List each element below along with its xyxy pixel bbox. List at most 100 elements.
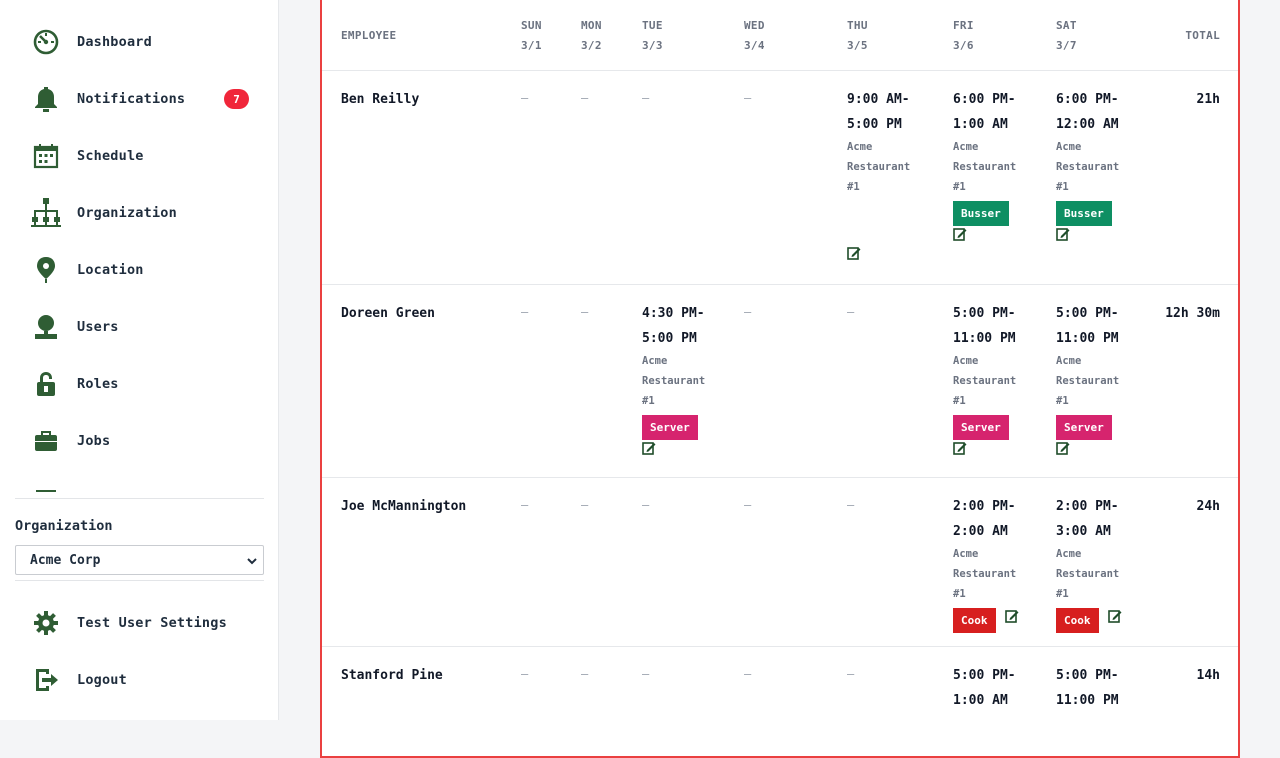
sidebar-item-label: Users: [77, 319, 119, 335]
edit-icon[interactable]: [1108, 608, 1122, 623]
edit-icon[interactable]: [847, 245, 861, 260]
employee-name: Stanford Pine: [341, 668, 443, 683]
edit-icon[interactable]: [1056, 226, 1070, 241]
empty-cell: —: [642, 667, 650, 681]
shift-location: Restaurant: [847, 161, 911, 173]
column-header-sat: SAT 3/7: [1056, 19, 1077, 52]
row-divider: [322, 646, 1238, 647]
shift-time: 2:00 PM-: [1056, 499, 1119, 514]
role-badge-server: Server: [1056, 415, 1112, 440]
empty-cell: —: [521, 498, 529, 512]
sidebar-item-label: Schedule: [77, 148, 144, 164]
organization-select[interactable]: Acme Corp: [15, 545, 264, 575]
shift-location: Restaurant: [1056, 161, 1120, 173]
shift-time: 2:00 AM: [953, 524, 1008, 539]
shift-cell: 5:00 PM- 11:00 PM Acme Restaurant #1 Ser…: [1056, 301, 1126, 459]
sidebar-item-dashboard[interactable]: Dashboard: [30, 25, 254, 59]
row-total: 12h 30m: [1165, 306, 1220, 321]
sidebar-item-label: Notifications: [77, 91, 186, 107]
shift-cell: 4:30 PM- 5:00 PM Acme Restaurant #1 Serv…: [642, 301, 712, 459]
sidebar-item-label: Dashboard: [77, 34, 152, 50]
shift-location: Restaurant: [953, 375, 1017, 387]
row-total: 24h: [1196, 499, 1220, 514]
row-total: 21h: [1196, 92, 1220, 107]
sidebar-item-label: Jobs: [77, 433, 111, 449]
shift-location: #1: [1056, 395, 1069, 407]
role-badge-cook: Cook: [953, 608, 996, 633]
column-header-employee: EMPLOYEE: [341, 29, 397, 42]
shift-time: 1:00 AM: [953, 117, 1008, 132]
shift-time: 5:00 PM-: [953, 668, 1016, 683]
column-header-sun: SUN 3/1: [521, 19, 542, 52]
sidebar-item-logout[interactable]: Logout: [30, 663, 254, 697]
sidebar-item-notifications[interactable]: Notifications 7: [30, 82, 254, 116]
edit-icon[interactable]: [1005, 608, 1019, 623]
empty-cell: —: [581, 498, 589, 512]
sidebar-item-users[interactable]: Users: [30, 310, 254, 344]
shift-time: 1:00 AM: [953, 693, 1008, 708]
shift-cell: 6:00 PM- 1:00 AM Acme Restaurant #1 Buss…: [953, 87, 1023, 245]
column-header-tue: TUE 3/3: [642, 19, 663, 52]
role-badge-cook: Cook: [1056, 608, 1099, 633]
shift-cell: 2:00 PM- 2:00 AM Acme Restaurant #1 Cook: [953, 494, 1033, 633]
sidebar-nav: Dashboard Notifications 7 Schedule Organ…: [0, 0, 279, 492]
shift-location: #1: [953, 181, 966, 193]
column-header-wed: WED 3/4: [744, 19, 765, 52]
sidebar-item-location[interactable]: Location: [30, 253, 254, 287]
shift-time: 11:00 PM: [1056, 331, 1119, 346]
role-badge-server: Server: [642, 415, 698, 440]
empty-cell: —: [847, 498, 855, 512]
shift-location: Acme: [953, 355, 979, 367]
briefcase-icon: [30, 425, 62, 457]
sidebar-item-settings[interactable]: Test User Settings: [30, 606, 254, 640]
role-badge-busser: Busser: [1056, 201, 1112, 226]
shift-location: Acme: [953, 141, 979, 153]
sidebar-item-roles[interactable]: Roles: [30, 367, 254, 401]
shift-location: Restaurant: [953, 568, 1017, 580]
sidebar-item-label: Roles: [77, 376, 119, 392]
shift-location: Acme: [1056, 141, 1082, 153]
edit-icon[interactable]: [642, 440, 656, 455]
empty-cell: —: [847, 667, 855, 681]
shift-location: Acme: [847, 141, 873, 153]
shift-location: #1: [642, 395, 655, 407]
shift-cell: 5:00 PM- 11:00 PM: [1056, 663, 1126, 713]
empty-cell: —: [521, 667, 529, 681]
sidebar-item-label: Organization: [77, 205, 177, 221]
sidebar-divider: [15, 498, 264, 499]
calendar-icon: [30, 140, 62, 172]
shift-location: #1: [953, 395, 966, 407]
schedule-table: EMPLOYEE SUN 3/1 MON 3/2 TUE 3/3 WED 3/4 THU…: [320, 0, 1240, 758]
empty-cell: —: [581, 305, 589, 319]
main-content: EMPLOYEE SUN 3/1 MON 3/2 TUE 3/3 WED 3/4 THU…: [280, 0, 1280, 758]
shift-time: 12:00 AM: [1056, 117, 1119, 132]
sidebar-item-partial[interactable]: [30, 481, 254, 492]
shift-cell: 6:00 PM- 12:00 AM Acme Restaurant #1 Bus…: [1056, 87, 1126, 245]
shift-time: 6:00 PM-: [953, 92, 1016, 107]
sidebar-item-jobs[interactable]: Jobs: [30, 424, 254, 458]
shift-time: 11:00 PM: [1056, 693, 1119, 708]
column-header-mon: MON 3/2: [581, 19, 602, 52]
empty-cell: —: [581, 91, 589, 105]
edit-icon[interactable]: [953, 440, 967, 455]
edit-icon[interactable]: [1056, 440, 1070, 455]
row-total: 14h: [1196, 668, 1220, 683]
empty-cell: —: [847, 305, 855, 319]
unlock-icon: [30, 368, 62, 400]
notification-count-badge: 7: [224, 89, 249, 109]
empty-cell: —: [642, 91, 650, 105]
row-divider: [322, 70, 1238, 71]
clipped-icon: [30, 482, 62, 492]
sidebar-item-label: Test User Settings: [77, 615, 227, 631]
shift-cell: 9:00 AM- 5:00 PM Acme Restaurant #1: [847, 87, 917, 264]
organization-select-value: Acme Corp: [30, 552, 101, 568]
sidebar-item-schedule[interactable]: Schedule: [30, 139, 254, 173]
role-badge-server: Server: [953, 415, 1009, 440]
empty-cell: —: [521, 305, 529, 319]
sidebar-item-organization[interactable]: Organization: [30, 196, 254, 230]
column-header-fri: FRI 3/6: [953, 19, 974, 52]
shift-time: 5:00 PM-: [1056, 668, 1119, 683]
empty-cell: —: [642, 498, 650, 512]
shift-time: 2:00 PM-: [953, 499, 1016, 514]
edit-icon[interactable]: [953, 226, 967, 241]
